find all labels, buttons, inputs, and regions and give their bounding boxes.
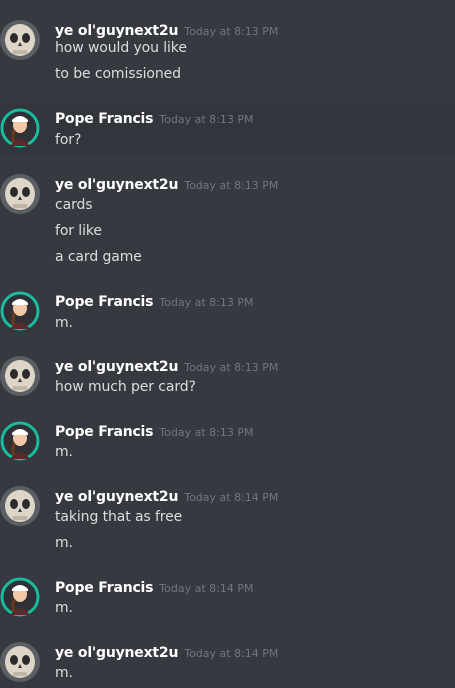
message-text: a card game (55, 249, 142, 265)
message-header: Pope Francis Today at 8:13 PM (55, 421, 253, 441)
message-group: ye ol'guynext2u Today at 8:13 PM cards fo… (0, 174, 455, 270)
pope-avatar-icon[interactable] (0, 577, 40, 617)
message-text: for like (55, 223, 102, 239)
message-header: Pope Francis Today at 8:13 PM (55, 108, 253, 128)
message-header: Pope Francis Today at 8:14 PM (55, 577, 253, 597)
skull-avatar-icon[interactable] (0, 174, 40, 214)
pope-avatar-icon[interactable] (0, 291, 40, 331)
message-timestamp: Today at 8:14 PM (184, 491, 279, 504)
message-text: for? (55, 132, 82, 148)
message-timestamp: Today at 8:13 PM (159, 113, 254, 126)
message-timestamp: Today at 8:13 PM (159, 426, 254, 439)
message-timestamp: Today at 8:13 PM (184, 179, 279, 192)
skull-avatar-icon[interactable] (0, 356, 40, 396)
author-name[interactable]: Pope Francis (55, 111, 153, 127)
message-group: Pope Francis Today at 8:13 PM for? (0, 104, 455, 154)
message-group: ye ol'guynext2u Today at 8:14 PM m. (0, 642, 455, 686)
chat-message-list: ye ol'guynext2u Today at 8:13 PM how woul… (0, 0, 455, 688)
message-header: ye ol'guynext2u Today at 8:13 PM (55, 356, 278, 376)
message-timestamp: Today at 8:14 PM (159, 582, 254, 595)
author-name[interactable]: Pope Francis (55, 294, 153, 310)
message-header: Pope Francis Today at 8:13 PM (55, 291, 253, 311)
skull-avatar-icon[interactable] (0, 642, 40, 682)
author-name[interactable]: Pope Francis (55, 580, 153, 596)
message-group: ye ol'guynext2u Today at 8:13 PM how woul… (0, 20, 455, 84)
pope-avatar-icon[interactable] (0, 108, 40, 148)
message-text: how much per card? (55, 379, 196, 395)
message-text: taking that as free (55, 509, 183, 525)
author-name[interactable]: ye ol'guynext2u (55, 177, 178, 193)
message-header: ye ol'guynext2u Today at 8:13 PM (55, 20, 278, 40)
skull-avatar-icon[interactable] (0, 20, 40, 60)
author-name[interactable]: ye ol'guynext2u (55, 645, 178, 661)
message-group: Pope Francis Today at 8:13 PM m. (0, 421, 455, 465)
author-name[interactable]: Pope Francis (55, 424, 153, 440)
message-text: cards (55, 197, 93, 213)
message-header: ye ol'guynext2u Today at 8:13 PM (55, 174, 278, 194)
message-text: m. (55, 315, 73, 331)
message-group: Pope Francis Today at 8:14 PM m. (0, 577, 455, 621)
message-text: how would you like (55, 40, 187, 56)
message-text: m. (55, 665, 73, 681)
message-text: to be comissioned (55, 66, 181, 82)
author-name[interactable]: ye ol'guynext2u (55, 489, 178, 505)
message-text: m. (55, 444, 73, 460)
author-name[interactable]: ye ol'guynext2u (55, 359, 178, 375)
message-header: ye ol'guynext2u Today at 8:14 PM (55, 486, 278, 506)
message-timestamp: Today at 8:13 PM (159, 296, 254, 309)
message-timestamp: Today at 8:13 PM (184, 361, 279, 374)
pope-avatar-icon[interactable] (0, 421, 40, 461)
message-text: m. (55, 600, 73, 616)
message-text: m. (55, 535, 73, 551)
skull-avatar-icon[interactable] (0, 486, 40, 526)
message-group: Pope Francis Today at 8:13 PM m. (0, 291, 455, 335)
message-header: ye ol'guynext2u Today at 8:14 PM (55, 642, 278, 662)
message-group: ye ol'guynext2u Today at 8:13 PM how much… (0, 356, 455, 400)
message-group: ye ol'guynext2u Today at 8:14 PM taking t… (0, 486, 455, 556)
message-timestamp: Today at 8:14 PM (184, 647, 279, 660)
author-name[interactable]: ye ol'guynext2u (55, 23, 178, 39)
message-timestamp: Today at 8:13 PM (184, 25, 279, 38)
